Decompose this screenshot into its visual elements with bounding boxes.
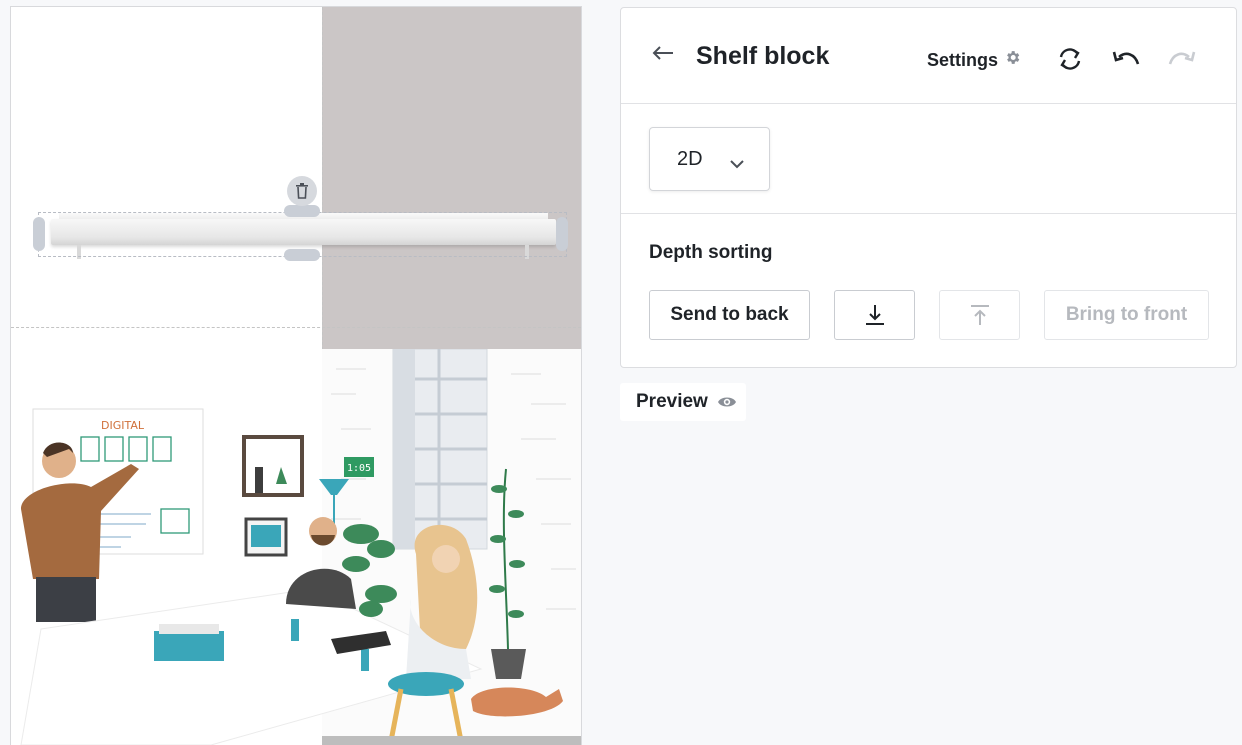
wall-background xyxy=(322,7,581,349)
settings-label: Settings xyxy=(927,49,999,70)
chevron-down-icon xyxy=(729,152,745,175)
editor-canvas[interactable]: 1:05 DIGITAL xyxy=(10,6,582,745)
panel-title: Shelf block xyxy=(696,42,830,70)
preview-button[interactable]: Preview xyxy=(620,383,746,421)
arrow-up-from-line-icon xyxy=(970,305,989,325)
panel-header: Shelf block Settings xyxy=(621,8,1236,104)
view-mode-value: 2D xyxy=(677,147,703,170)
redo-icon xyxy=(1167,45,1197,73)
svg-text:1:05: 1:05 xyxy=(347,463,371,474)
bring-to-front-label: Bring to front xyxy=(1065,304,1188,325)
send-to-back-label: Send to back xyxy=(670,304,789,325)
resize-handle-top[interactable] xyxy=(284,205,320,217)
send-backward-button[interactable] xyxy=(834,290,915,340)
gear-icon xyxy=(1004,49,1021,71)
bring-forward-button[interactable] xyxy=(939,290,1020,340)
eye-icon xyxy=(717,395,737,409)
send-to-back-button[interactable]: Send to back xyxy=(649,290,810,340)
depth-sorting-label: Depth sorting xyxy=(649,242,773,263)
bring-to-front-button[interactable]: Bring to front xyxy=(1044,290,1209,340)
svg-text:DIGITAL: DIGITAL xyxy=(101,419,145,432)
view-mode-section: 2D xyxy=(621,104,1236,214)
depth-sorting-section: Depth sorting Send to back Bring to fron… xyxy=(621,214,1236,368)
settings-button[interactable]: Settings xyxy=(927,48,1021,72)
resize-handle-right[interactable] xyxy=(556,217,568,251)
trash-icon xyxy=(296,183,308,199)
guide-line-horizontal xyxy=(11,327,581,328)
resize-handle-left[interactable] xyxy=(33,217,45,251)
arrow-down-to-line-icon xyxy=(865,305,884,325)
resize-handle-bottom[interactable] xyxy=(284,249,320,261)
undo-icon[interactable] xyxy=(1111,45,1141,73)
preview-label: Preview xyxy=(636,391,708,412)
sync-icon[interactable] xyxy=(1055,45,1085,73)
view-mode-dropdown[interactable]: 2D xyxy=(649,127,770,191)
office-illustration: 1:05 DIGITAL xyxy=(20,349,581,745)
delete-block-button[interactable] xyxy=(287,176,317,206)
arrow-left-icon[interactable] xyxy=(651,41,679,65)
block-properties-panel: Shelf block Settings 2D Depth sorting Se… xyxy=(620,7,1237,368)
